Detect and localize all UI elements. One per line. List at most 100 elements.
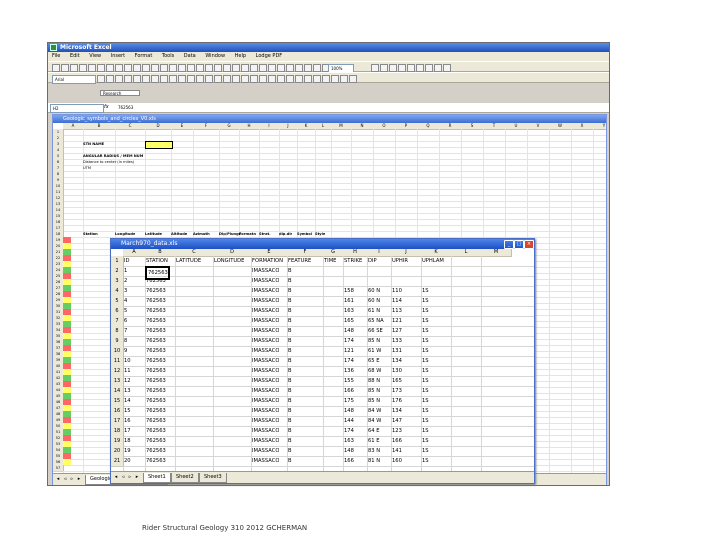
toolbar-button-icon[interactable] [187,64,195,72]
menu-view[interactable]: View [85,52,105,61]
column-header[interactable]: V [527,123,550,130]
table-cell[interactable]: 1S [421,286,429,296]
table-cell[interactable]: 85 N [367,386,380,396]
last-sheet-icon[interactable]: ▸ [134,474,140,481]
table-cell[interactable] [323,406,324,416]
toolbar-button-icon[interactable] [259,75,267,83]
column-header[interactable]: K [297,123,316,130]
table-cell[interactable]: 65 E [367,356,380,366]
toolbar-button-icon[interactable] [295,75,303,83]
menu-edit[interactable]: Edit [66,52,84,61]
table-cell[interactable]: B [287,286,292,296]
table-cell[interactable] [323,446,324,456]
table-cell[interactable]: IMASSACO [251,366,279,376]
table-cell[interactable] [323,286,324,296]
column-header[interactable]: I [259,123,280,130]
table-cell[interactable]: 1S [421,366,429,376]
table-cell[interactable]: IMASSACO [251,446,279,456]
toolbar-button-icon[interactable] [205,64,213,72]
table-cell[interactable]: 66 SE [367,326,383,336]
column-header[interactable]: O [373,123,396,130]
table-cell[interactable]: 174 [343,356,354,366]
formula-input[interactable]: 762563 [118,104,133,111]
table-cell[interactable]: B [287,316,292,326]
toolbar-button-icon[interactable] [398,64,406,72]
table-cell[interactable] [367,266,368,276]
toolbar-button-icon[interactable] [79,64,87,72]
toolbar-button-icon[interactable] [106,64,114,72]
table-cell[interactable]: 1S [421,416,429,426]
table-cell[interactable]: B [287,356,292,366]
menu-help[interactable]: Help [231,52,250,61]
table-cell[interactable]: 5 [123,306,127,316]
toolbar-button-icon[interactable] [115,64,123,72]
table-cell[interactable]: 762563 [145,376,166,386]
table-cell[interactable]: 60 N [367,286,380,296]
toolbar-button-icon[interactable] [70,64,78,72]
toolbar-button-icon[interactable] [133,75,141,83]
table-cell[interactable]: IMASSACO [251,346,279,356]
toolbar-button-icon[interactable] [313,64,321,72]
column-header[interactable]: R [439,123,462,130]
table-cell[interactable]: 1S [421,446,429,456]
toolbar-button-icon[interactable] [214,75,222,83]
table-cell[interactable] [175,346,176,356]
table-cell[interactable]: B [287,446,292,456]
table-cell[interactable] [175,446,176,456]
worksheet-grid-2[interactable]: A B C D E F G H I J K L M 1 ID STATION LATITUDE LONGITUDE… [111,249,534,471]
prev-sheet-icon[interactable]: ◃ [62,476,68,483]
table-cell[interactable] [175,316,176,326]
table-cell[interactable]: 10 [123,356,131,366]
table-cell[interactable]: 1 [123,266,127,276]
toolbar-button-icon[interactable] [241,64,249,72]
table-cell[interactable]: 1S [421,456,429,466]
toolbar-button-icon[interactable] [268,64,276,72]
table-cell[interactable]: IMASSACO [251,276,279,286]
table-cell[interactable]: 61 E [367,436,380,446]
table-cell[interactable]: 61 N [367,306,380,316]
table-cell[interactable] [175,306,176,316]
table-cell[interactable]: 762563 [145,296,166,306]
table-cell[interactable]: 762563 [145,336,166,346]
table-cell[interactable]: 127 [391,326,402,336]
sheet-tab-sheet2[interactable]: Sheet2 [171,473,199,483]
table-cell[interactable]: 762563 [145,276,166,286]
toolbar-button-icon[interactable] [331,75,339,83]
toolbar-button-icon[interactable] [232,75,240,83]
toolbar-button-icon[interactable] [250,64,258,72]
table-cell[interactable]: 1S [421,356,429,366]
table-cell[interactable] [323,306,324,316]
table-cell[interactable]: IMASSACO [251,306,279,316]
column-header[interactable]: D [145,123,172,130]
table-cell[interactable]: IMASSACO [251,436,279,446]
toolbar-button-icon[interactable] [187,75,195,83]
toolbar-button-icon[interactable] [106,75,114,83]
table-cell[interactable] [175,456,176,466]
toolbar-button-icon[interactable] [169,75,177,83]
table-cell[interactable]: B [287,296,292,306]
toolbar-button-icon[interactable] [124,64,132,72]
column-header[interactable]: E [171,123,194,130]
table-cell[interactable]: 762563 [145,416,166,426]
table-cell[interactable]: 166 [391,436,402,446]
table-cell[interactable]: 148 [343,446,354,456]
table-cell[interactable]: IMASSACO [251,286,279,296]
first-sheet-icon[interactable]: ◂ [55,476,61,483]
toolbar-button-icon[interactable] [259,64,267,72]
table-cell[interactable]: 1S [421,436,429,446]
table-cell[interactable]: B [287,396,292,406]
toolbar-button-icon[interactable] [416,64,424,72]
table-cell[interactable]: IMASSACO [251,406,279,416]
column-header[interactable]: U [505,123,528,130]
toolbar-button-icon[interactable] [196,75,204,83]
table-cell[interactable]: 166 [343,386,354,396]
table-cell[interactable]: 3 [123,286,127,296]
table-cell[interactable] [323,336,324,346]
column-header[interactable]: C [115,123,146,130]
table-cell[interactable]: 1S [421,426,429,436]
table-cell[interactable]: B [287,426,292,436]
table-cell[interactable]: 131 [391,346,402,356]
table-cell[interactable]: B [287,456,292,466]
column-header[interactable]: M [331,123,352,130]
toolbar-button-icon[interactable] [178,64,186,72]
